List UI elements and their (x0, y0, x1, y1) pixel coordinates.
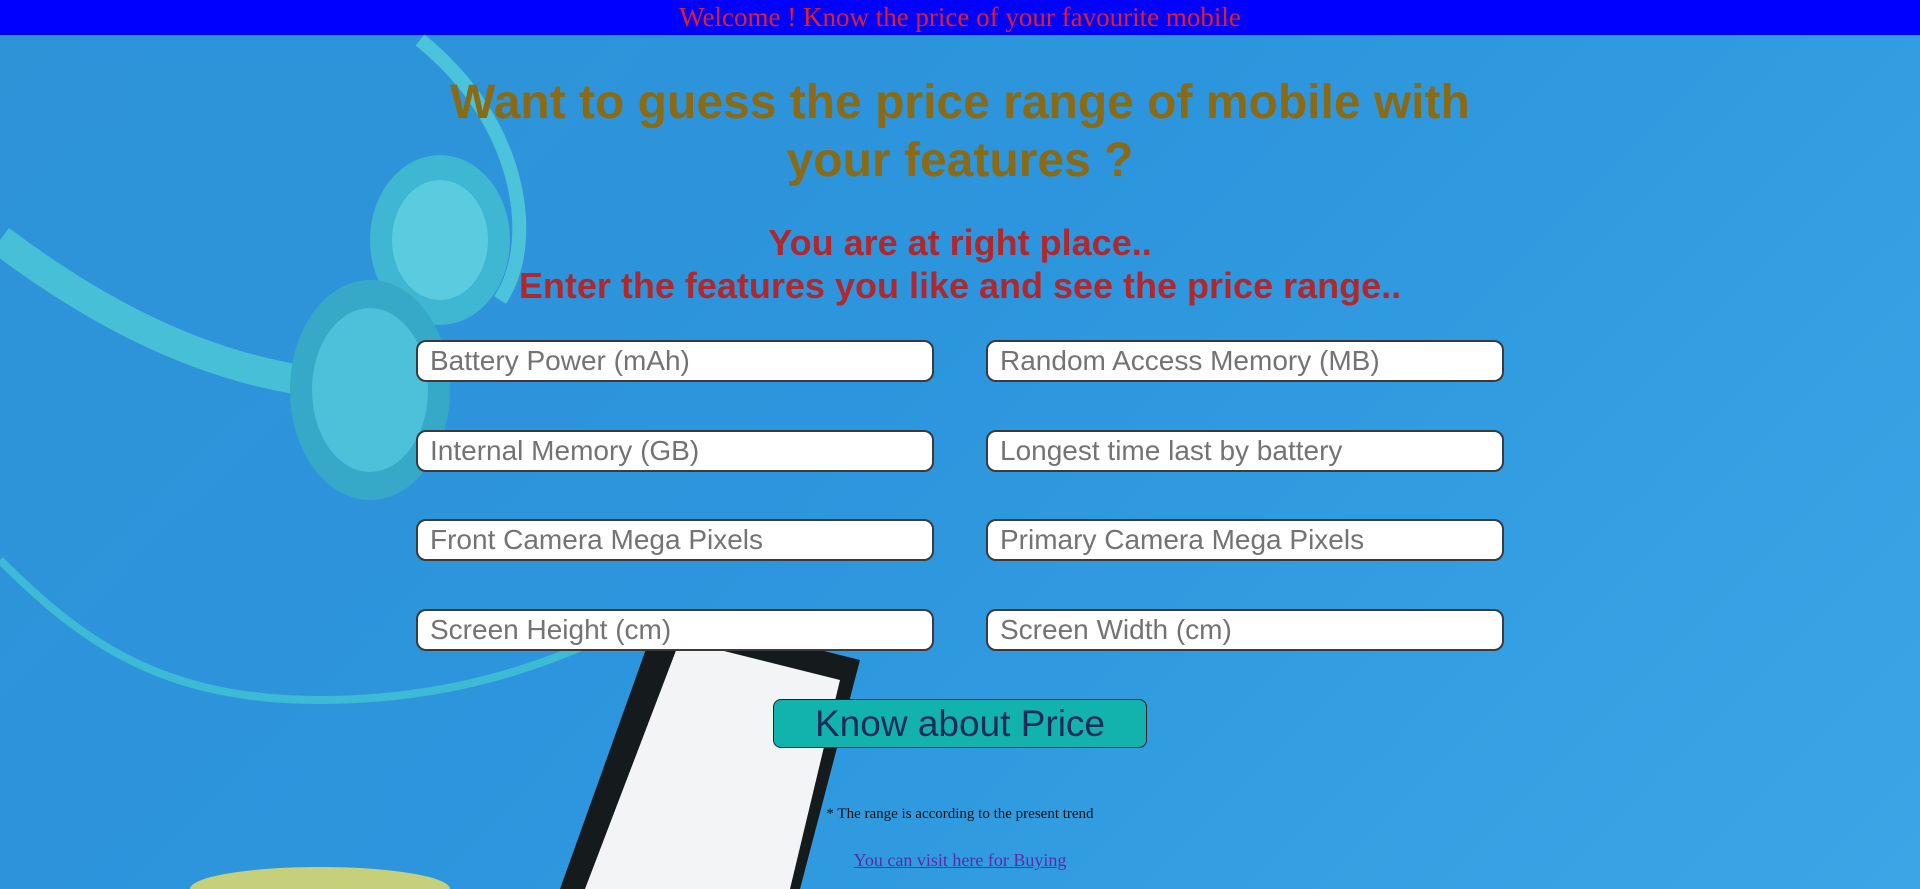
headphone-arm (0, 227, 303, 395)
subtitle-line-2: Enter the features you like and see the … (518, 265, 1402, 306)
page-title: Want to guess the price range of mobile … (450, 76, 1470, 187)
subtitle-line-1: You are at right place.. (768, 222, 1152, 263)
battery-power-input[interactable] (416, 340, 934, 382)
primary-camera-input[interactable] (986, 519, 1504, 561)
battery-time-input[interactable] (986, 430, 1504, 472)
page-subtitle: You are at right place.. Enter the featu… (400, 221, 1520, 307)
front-camera-input[interactable] (416, 519, 934, 561)
decor-blob (190, 867, 450, 889)
screen-width-input[interactable] (986, 609, 1504, 651)
smartphone (560, 610, 860, 889)
buying-link[interactable]: You can visit here for Buying (760, 850, 1160, 871)
internal-memory-input[interactable] (416, 430, 934, 472)
ram-input[interactable] (986, 340, 1504, 382)
trend-note: * The range is according to the present … (826, 806, 1094, 822)
screen-height-input[interactable] (416, 609, 934, 651)
know-price-button[interactable]: Know about Price (773, 699, 1147, 748)
